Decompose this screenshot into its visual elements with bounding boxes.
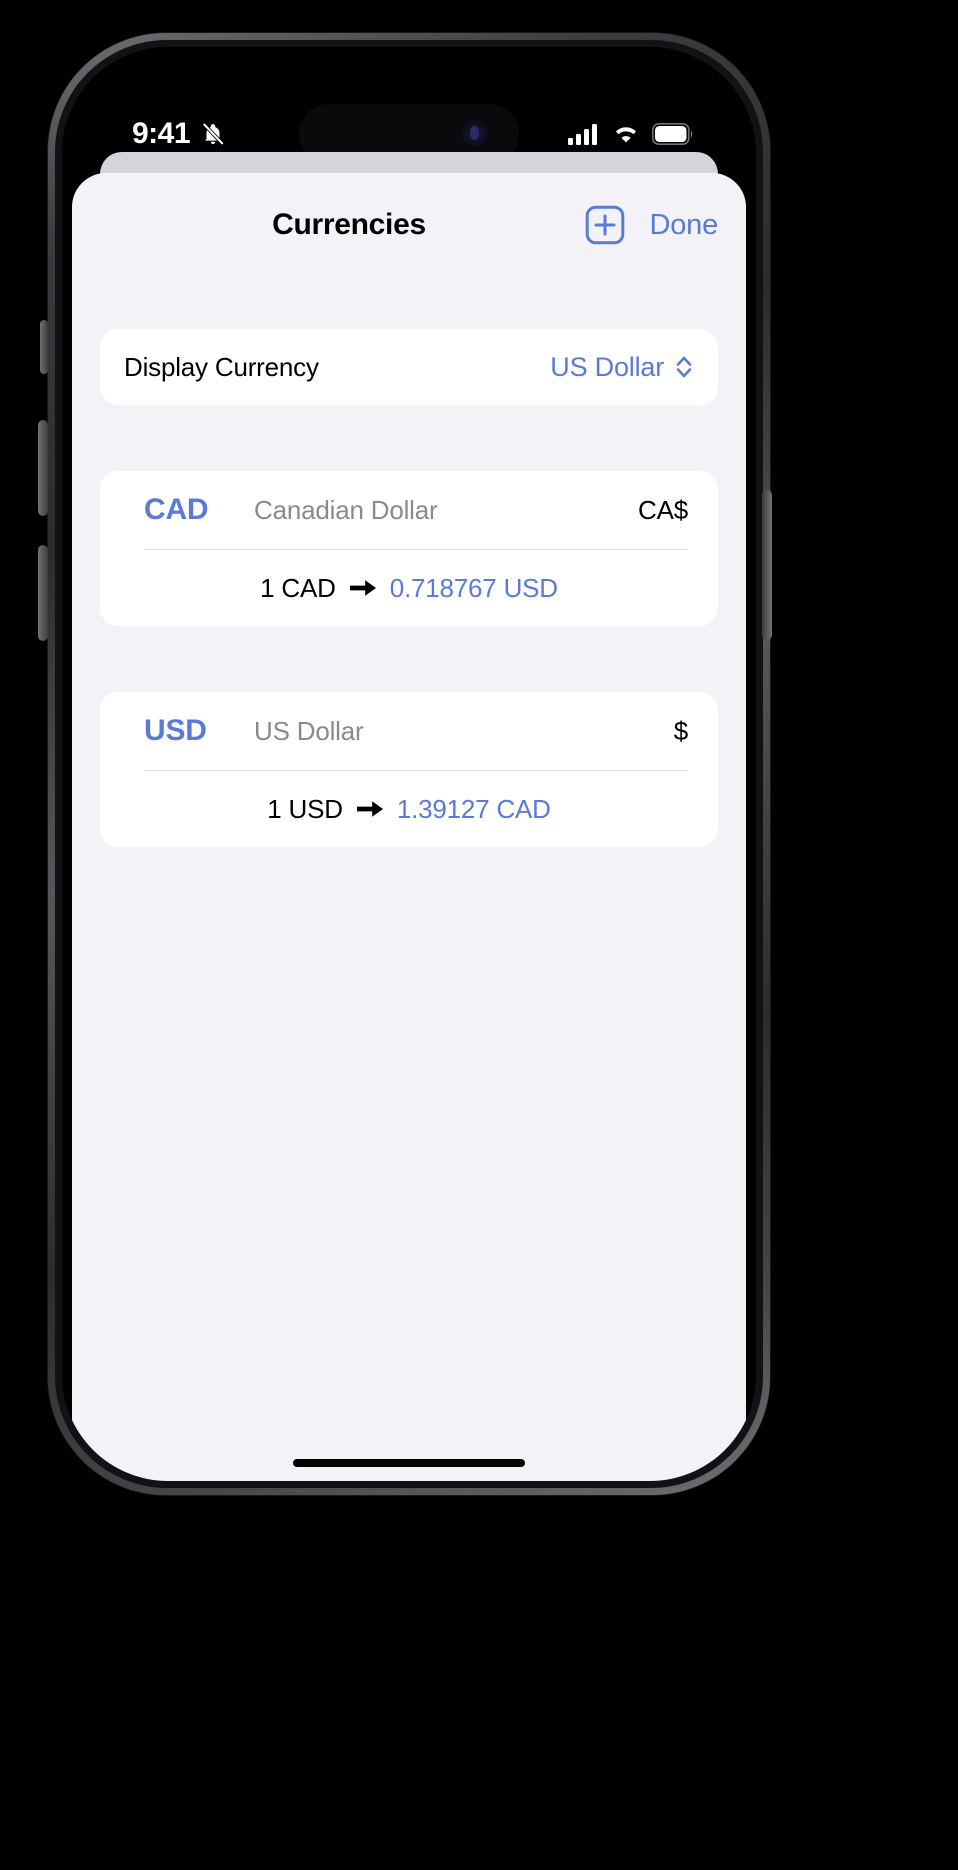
volume-up-button[interactable] bbox=[38, 420, 48, 516]
arrow-right-icon bbox=[349, 580, 376, 596]
rate-from: 1 USD bbox=[267, 793, 343, 824]
silent-switch[interactable] bbox=[40, 320, 48, 374]
currency-name: Canadian Dollar bbox=[254, 494, 438, 525]
currency-code: CAD bbox=[144, 493, 209, 526]
arrow-right-icon bbox=[356, 801, 383, 817]
display-currency-row[interactable]: Display Currency US Dollar bbox=[100, 329, 718, 405]
cellular-bars-icon bbox=[568, 124, 597, 145]
currency-rate-row: 1 CAD 0.718767 USD bbox=[100, 550, 718, 626]
wifi-icon bbox=[616, 127, 636, 143]
screenshot-stage: 9:41 Currencies Done Display Currency US… bbox=[0, 0, 958, 1870]
currency-head: CAD Canadian Dollar CA$ bbox=[100, 471, 718, 549]
currency-card-usd[interactable]: USD US Dollar $ 1 USD 1.39127 CAD bbox=[100, 692, 718, 847]
currency-symbol: CA$ bbox=[638, 494, 688, 525]
currency-symbol: $ bbox=[673, 715, 688, 746]
display-currency-value: US Dollar bbox=[550, 351, 664, 382]
power-button[interactable] bbox=[762, 490, 772, 640]
phone-screen: 9:41 Currencies Done Display Currency US… bbox=[62, 47, 756, 1481]
chevron-up-down-icon bbox=[676, 356, 692, 378]
sheet-nav-bar: Currencies Done bbox=[72, 173, 746, 277]
nav-actions: Done bbox=[583, 173, 718, 277]
sheet-content: Display Currency US Dollar CAD Canadian … bbox=[72, 277, 746, 847]
currency-card-cad[interactable]: CAD Canadian Dollar CA$ 1 CAD 0.718767 U… bbox=[100, 471, 718, 626]
add-currency-button[interactable] bbox=[583, 203, 627, 247]
rate-to: 0.718767 USD bbox=[389, 572, 558, 603]
rate-from: 1 CAD bbox=[260, 572, 336, 603]
currency-head: USD US Dollar $ bbox=[100, 692, 718, 770]
plus-square-icon bbox=[586, 205, 625, 245]
status-time: 9:41 bbox=[132, 117, 191, 150]
bell-slash-icon bbox=[202, 122, 224, 146]
done-button[interactable]: Done bbox=[649, 209, 718, 242]
home-indicator[interactable] bbox=[293, 1459, 525, 1467]
currency-rate-row: 1 USD 1.39127 CAD bbox=[100, 771, 718, 847]
currency-name: US Dollar bbox=[254, 715, 364, 746]
battery-full-icon bbox=[652, 123, 693, 145]
currencies-sheet: Currencies Done Display Currency US Doll… bbox=[72, 173, 746, 1481]
display-currency-label: Display Currency bbox=[124, 351, 319, 382]
rate-to: 1.39127 CAD bbox=[396, 793, 551, 824]
display-currency-value-wrap[interactable]: US Dollar bbox=[550, 352, 694, 383]
currency-code: USD bbox=[144, 714, 207, 747]
volume-down-button[interactable] bbox=[38, 545, 48, 641]
